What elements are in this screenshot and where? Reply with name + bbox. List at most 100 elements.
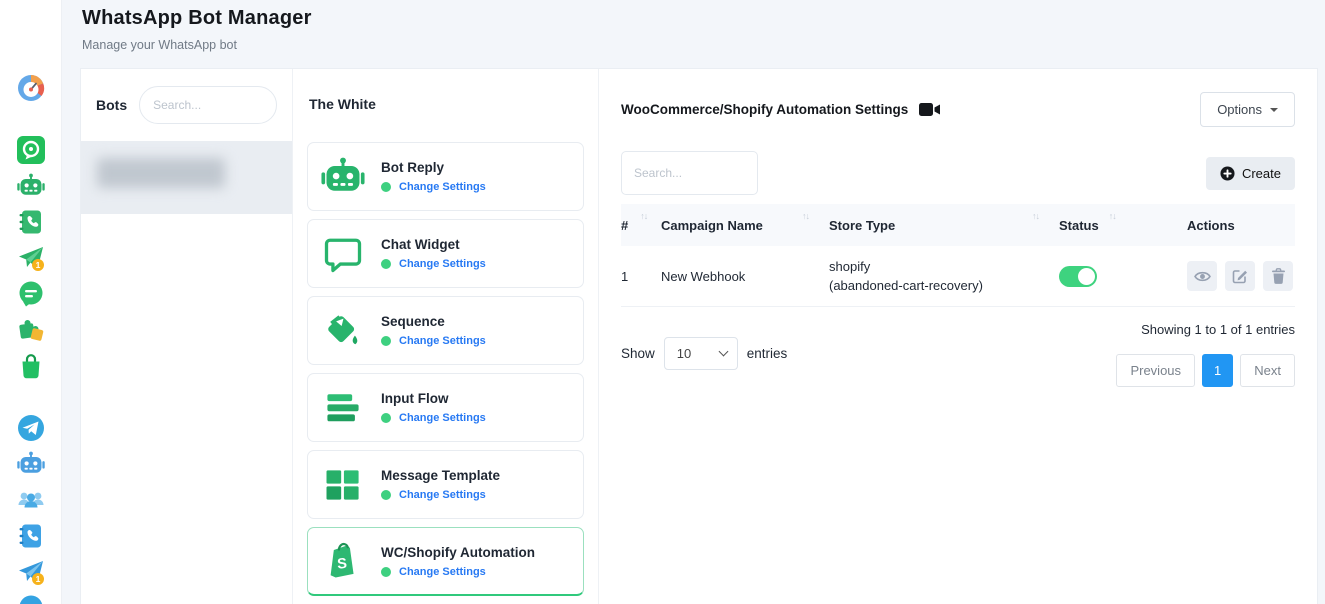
menu-item-message-template[interactable]: Message Template Change Settings: [307, 450, 584, 519]
page-size-control: Show 10 entries: [621, 320, 787, 387]
column-label: Actions: [1187, 218, 1235, 233]
whatsapp-broadcast-icon[interactable]: 1: [17, 244, 45, 272]
column-header-status[interactable]: Status ↑↓: [1059, 204, 1187, 246]
chat-bubble-icon: [320, 231, 366, 277]
column-label: Campaign Name: [661, 218, 763, 233]
telegram-broadcast-icon[interactable]: 1: [17, 558, 45, 586]
shopify-bag-icon: S: [320, 538, 366, 584]
bots-search-input[interactable]: [139, 86, 277, 124]
column-header-campaign-name[interactable]: Campaign Name ↑↓: [661, 204, 829, 246]
store-type-cell: shopify (abandoned-cart-recovery): [829, 246, 1059, 306]
page-header: WhatsApp Bot Manager Manage your WhatsAp…: [82, 7, 312, 52]
sort-icon: ↑↓: [1109, 211, 1116, 221]
whatsapp-chat-icon[interactable]: [17, 280, 45, 308]
whatsapp-bot-icon[interactable]: [17, 172, 45, 200]
status-cell: [1059, 246, 1187, 306]
column-label: Store Type: [829, 218, 895, 233]
bot-name-redacted: [97, 158, 225, 188]
paint-bucket-icon: [320, 308, 366, 354]
delete-button[interactable]: [1263, 261, 1293, 291]
options-button-label: Options: [1217, 102, 1262, 117]
telegram-contacts-icon[interactable]: [17, 522, 45, 550]
telegram-icon[interactable]: [17, 414, 45, 442]
menu-item-wc-shopify-automation[interactable]: S WC/Shopify Automation Change Settings: [307, 527, 584, 596]
current-page-button[interactable]: 1: [1202, 354, 1233, 387]
status-dot: [381, 182, 391, 192]
create-button[interactable]: Create: [1206, 157, 1295, 190]
list-bars-icon: [320, 385, 366, 431]
row-index-cell: 1: [621, 246, 661, 306]
change-settings-link[interactable]: Change Settings: [399, 412, 486, 424]
status-dot: [381, 259, 391, 269]
showing-entries-text: Showing 1 to 1 of 1 entries: [1141, 322, 1295, 337]
status-dot: [381, 490, 391, 500]
column-label: #: [621, 218, 628, 233]
automation-panel: WooCommerce/Shopify Automation Settings …: [599, 69, 1317, 604]
menu-item-label: Sequence: [381, 314, 486, 329]
column-header-store-type[interactable]: Store Type ↑↓: [829, 204, 1059, 246]
table-search-input[interactable]: [621, 151, 758, 195]
menu-item-label: Message Template: [381, 468, 500, 483]
store-icon[interactable]: [17, 352, 45, 380]
column-label: Status: [1059, 218, 1099, 233]
sort-icon: ↑↓: [640, 211, 647, 221]
whatsapp-icon[interactable]: [17, 136, 45, 164]
page-subtitle: Manage your WhatsApp bot: [82, 38, 312, 52]
menu-item-label: WC/Shopify Automation: [381, 545, 535, 560]
integrations-icon[interactable]: [17, 316, 45, 344]
change-settings-link[interactable]: Change Settings: [399, 258, 486, 270]
table-row: 1 New Webhook shopify (abandoned-cart-re…: [621, 246, 1295, 307]
page-size-select[interactable]: 10: [664, 337, 738, 370]
dashboard-icon[interactable]: [17, 74, 45, 102]
view-button[interactable]: [1187, 261, 1217, 291]
actions-cell: [1187, 246, 1295, 306]
options-button[interactable]: Options: [1200, 92, 1295, 127]
bots-panel-header: Bots: [81, 69, 292, 141]
telegram-bot-icon[interactable]: [17, 450, 45, 478]
telegram-chat-icon[interactable]: [17, 594, 45, 604]
page: 1 1 WhatsApp Bot Manager: [0, 0, 1325, 604]
menu-item-label: Input Flow: [381, 391, 486, 406]
menu-item-bot-reply[interactable]: Bot Reply Change Settings: [307, 142, 584, 211]
bot-name-title: The White: [309, 96, 582, 112]
sort-icon: ↑↓: [802, 211, 809, 221]
bot-menu-panel: The White Bot Reply Change Settings Chat…: [293, 69, 599, 604]
menu-item-label: Chat Widget: [381, 237, 486, 252]
status-toggle[interactable]: [1059, 266, 1097, 287]
bots-panel: Bots: [81, 69, 293, 604]
sort-icon: ↑↓: [1032, 211, 1039, 221]
robot-icon: [320, 154, 366, 200]
next-page-button[interactable]: Next: [1240, 354, 1295, 387]
svg-text:1: 1: [35, 574, 40, 584]
campaign-name-cell: New Webhook: [661, 246, 829, 306]
menu-item-chat-widget[interactable]: Chat Widget Change Settings: [307, 219, 584, 288]
panel-title: WooCommerce/Shopify Automation Settings: [621, 102, 908, 117]
change-settings-link[interactable]: Change Settings: [399, 335, 486, 347]
column-header-index[interactable]: # ↑↓: [621, 204, 661, 246]
previous-page-button[interactable]: Previous: [1116, 354, 1195, 387]
store-type-line1: shopify: [829, 257, 870, 277]
store-type-line2: (abandoned-cart-recovery): [829, 276, 983, 296]
change-settings-link[interactable]: Change Settings: [399, 489, 486, 501]
status-dot: [381, 336, 391, 346]
whatsapp-contacts-icon[interactable]: [17, 208, 45, 236]
pagination: Previous 1 Next: [1116, 354, 1295, 387]
show-label: Show: [621, 346, 655, 361]
grid-icon: [320, 462, 366, 508]
svg-text:1: 1: [35, 260, 40, 270]
menu-item-sequence[interactable]: Sequence Change Settings: [307, 296, 584, 365]
menu-item-label: Bot Reply: [381, 160, 486, 175]
plus-circle-icon: [1220, 166, 1235, 181]
change-settings-link[interactable]: Change Settings: [399, 181, 486, 193]
page-title: WhatsApp Bot Manager: [82, 7, 312, 30]
chevron-down-icon: [1270, 108, 1278, 112]
bot-list-item-selected[interactable]: [81, 141, 292, 214]
create-button-label: Create: [1242, 166, 1281, 181]
table-header-row: # ↑↓ Campaign Name ↑↓ Store Type ↑↓ Stat…: [621, 204, 1295, 246]
menu-item-input-flow[interactable]: Input Flow Change Settings: [307, 373, 584, 442]
edit-button[interactable]: [1225, 261, 1255, 291]
column-header-actions: Actions: [1187, 204, 1295, 246]
change-settings-link[interactable]: Change Settings: [399, 566, 486, 578]
video-tutorial-icon[interactable]: [919, 102, 941, 117]
telegram-groups-icon[interactable]: [17, 486, 45, 514]
